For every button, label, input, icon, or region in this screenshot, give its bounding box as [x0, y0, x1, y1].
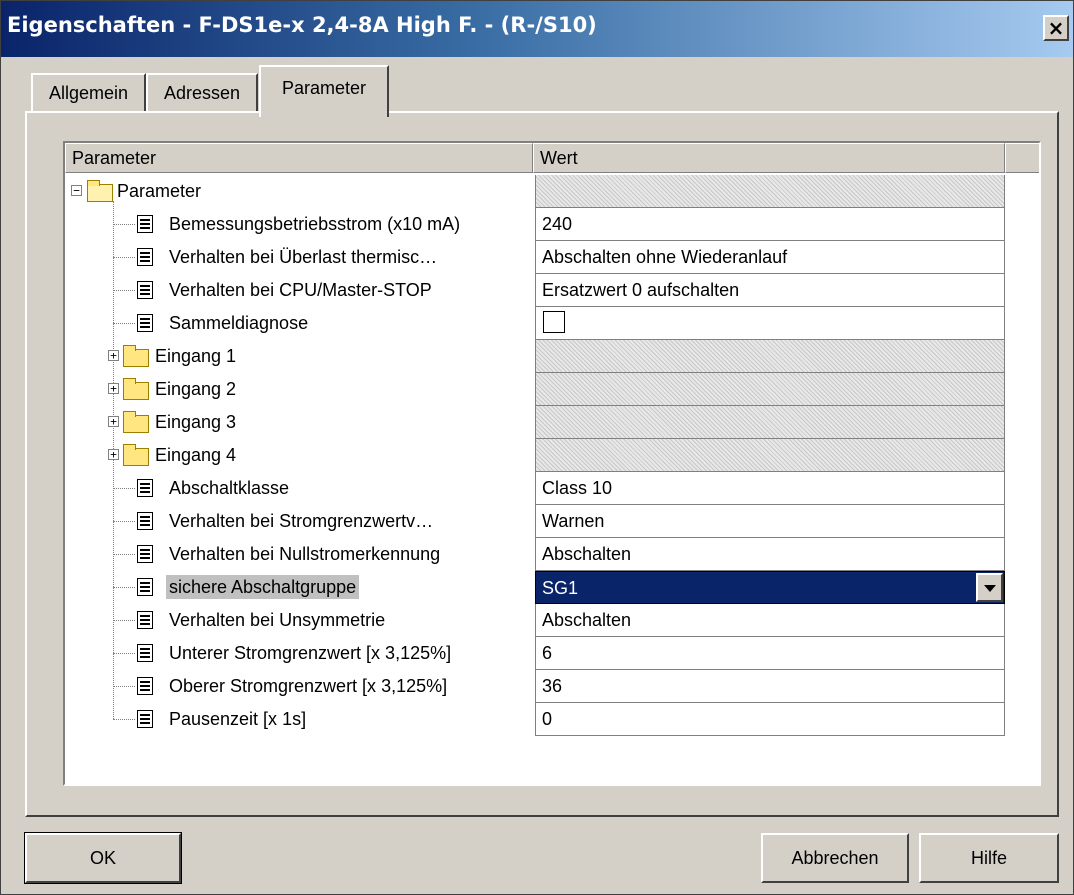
row-label: Eingang 1 — [155, 346, 237, 366]
parameter-icon — [137, 545, 153, 563]
parameter-icon — [137, 479, 153, 497]
abschaltgruppe-dropdown[interactable]: SG1 — [535, 571, 1005, 604]
parameter-icon — [137, 710, 153, 728]
row-label: Eingang 4 — [155, 445, 237, 465]
parameter-icon — [137, 644, 153, 662]
row-label: Verhalten bei Nullstromerkennung — [169, 544, 441, 564]
parameter-icon — [137, 611, 153, 629]
tab-adressen[interactable]: Adressen — [146, 73, 258, 113]
parameter-icon — [137, 677, 153, 695]
parameter-icon — [137, 578, 153, 596]
row-label: Verhalten bei Unsymmetrie — [169, 610, 386, 630]
row-value — [535, 373, 1005, 406]
parameter-icon — [137, 281, 153, 299]
expand-icon[interactable]: + — [108, 449, 119, 460]
table-row[interactable]: + Eingang 1 — [65, 340, 1039, 373]
ok-button[interactable]: OK — [24, 832, 182, 884]
row-value[interactable]: Warnen — [535, 505, 1005, 538]
folder-icon — [123, 378, 149, 400]
table-row-root[interactable]: − Parameter — [65, 175, 1039, 208]
row-label: Bemessungsbetriebsstrom (x10 mA) — [169, 214, 461, 234]
row-label: Verhalten bei Stromgrenzwertv… — [169, 511, 434, 531]
table-row[interactable]: + Eingang 4 — [65, 439, 1039, 472]
row-label: Sammeldiagnose — [169, 313, 309, 333]
root-label: Parameter — [117, 181, 202, 201]
folder-icon — [123, 444, 149, 466]
row-value[interactable]: Abschalten ohne Wiederanlauf — [535, 241, 1005, 274]
row-label: Abschaltklasse — [169, 478, 290, 498]
column-header-filler — [1005, 143, 1039, 173]
dropdown-arrow-icon[interactable] — [976, 573, 1003, 602]
properties-dialog: Eigenschaften - F-DS1e-x 2,4-8A High F. … — [0, 0, 1074, 895]
row-value[interactable]: Abschalten — [535, 538, 1005, 571]
parameter-table[interactable]: Parameter Wert − Parameter Bemessungsbet… — [63, 141, 1041, 786]
collapse-icon[interactable]: − — [71, 185, 82, 196]
row-value[interactable]: 0 — [535, 703, 1005, 736]
parameter-icon — [137, 215, 153, 233]
row-value — [535, 340, 1005, 373]
cancel-button[interactable]: Abbrechen — [761, 833, 909, 883]
row-value — [535, 406, 1005, 439]
row-value[interactable]: Abschalten — [535, 604, 1005, 637]
row-value — [535, 439, 1005, 472]
tab-allgemein[interactable]: Allgemein — [31, 73, 146, 113]
table-row[interactable]: Pausenzeit [x 1s] 0 — [65, 703, 1039, 736]
column-header-value[interactable]: Wert — [533, 143, 1005, 173]
tab-parameter[interactable]: Parameter — [259, 65, 389, 117]
help-button[interactable]: Hilfe — [919, 833, 1059, 883]
row-label: Oberer Stromgrenzwert [x 3,125%] — [169, 676, 448, 696]
table-row[interactable]: Verhalten bei Stromgrenzwertv… Warnen — [65, 505, 1039, 538]
row-label: Eingang 3 — [155, 412, 237, 432]
parameter-icon — [137, 512, 153, 530]
expand-icon[interactable]: + — [108, 416, 119, 427]
root-value — [535, 175, 1005, 208]
row-label: Verhalten bei Überlast thermisc… — [169, 247, 438, 267]
sammeldiagnose-checkbox[interactable] — [543, 311, 565, 333]
row-value[interactable]: 6 — [535, 637, 1005, 670]
expand-icon[interactable]: + — [108, 383, 119, 394]
table-row[interactable]: Unterer Stromgrenzwert [x 3,125%] 6 — [65, 637, 1039, 670]
table-row[interactable]: Sammeldiagnose — [65, 307, 1039, 340]
close-button[interactable]: × — [1043, 15, 1069, 41]
window-title: Eigenschaften - F-DS1e-x 2,4-8A High F. … — [7, 13, 597, 37]
table-row[interactable]: Bemessungsbetriebsstrom (x10 mA) 240 — [65, 208, 1039, 241]
table-row[interactable]: Verhalten bei Überlast thermisc… Abschalt… — [65, 241, 1039, 274]
row-label: Unterer Stromgrenzwert [x 3,125%] — [169, 643, 452, 663]
folder-icon — [123, 411, 149, 433]
row-value — [535, 307, 1005, 340]
column-header-parameter[interactable]: Parameter — [65, 143, 533, 173]
row-value[interactable]: Class 10 — [535, 472, 1005, 505]
parameter-icon — [137, 314, 153, 332]
dropdown-value: SG1 — [542, 578, 579, 598]
row-value[interactable]: 240 — [535, 208, 1005, 241]
expand-icon[interactable]: + — [108, 350, 119, 361]
table-row[interactable]: Verhalten bei Unsymmetrie Abschalten — [65, 604, 1039, 637]
folder-icon — [123, 345, 149, 367]
table-row[interactable]: Oberer Stromgrenzwert [x 3,125%] 36 — [65, 670, 1039, 703]
row-label: sichere Abschaltgruppe — [166, 575, 360, 599]
table-row[interactable]: Abschaltklasse Class 10 — [65, 472, 1039, 505]
row-label: Pausenzeit [x 1s] — [169, 709, 307, 729]
table-row[interactable]: Verhalten bei Nullstromerkennung Abschalt… — [65, 538, 1039, 571]
row-value[interactable]: Ersatzwert 0 aufschalten — [535, 274, 1005, 307]
row-label: Verhalten bei CPU/Master-STOP — [169, 280, 432, 300]
title-bar[interactable]: Eigenschaften - F-DS1e-x 2,4-8A High F. … — [1, 1, 1073, 57]
row-label: Eingang 2 — [155, 379, 237, 399]
table-row[interactable]: Verhalten bei CPU/Master-STOP Ersatzwert … — [65, 274, 1039, 307]
open-folder-icon — [87, 180, 113, 202]
parameter-icon — [137, 248, 153, 266]
row-value[interactable]: 36 — [535, 670, 1005, 703]
table-row[interactable]: + Eingang 2 — [65, 373, 1039, 406]
table-row[interactable]: + Eingang 3 — [65, 406, 1039, 439]
table-row[interactable]: sichere Abschaltgruppe SG1 — [65, 571, 1039, 604]
